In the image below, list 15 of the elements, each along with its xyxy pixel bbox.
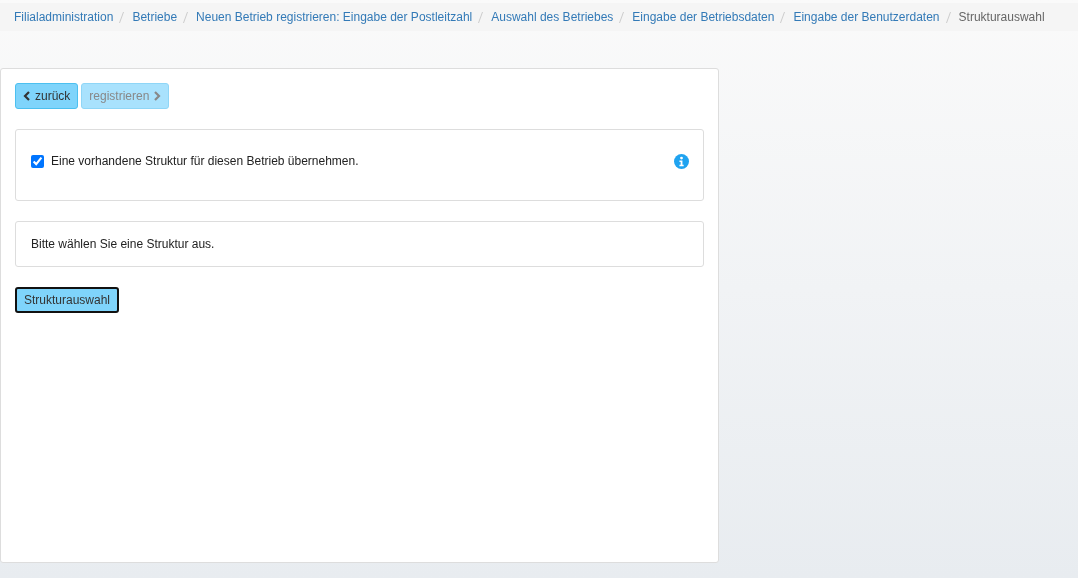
breadcrumb-link[interactable]: Eingabe der Betriebsdaten: [632, 10, 775, 24]
info-icon[interactable]: [674, 154, 689, 169]
breadcrumb-link[interactable]: Filialadministration: [14, 10, 114, 24]
breadcrumb-link[interactable]: Eingabe der Benutzerdaten: [793, 10, 940, 24]
checkbox[interactable]: [31, 154, 44, 168]
chevron-left-icon: [23, 91, 31, 101]
back-button[interactable]: zurück: [15, 83, 79, 109]
message-text: Bitte wählen Sie eine Struktur aus.: [31, 237, 215, 251]
breadcrumb-link[interactable]: Neuen Betrieb registrieren: Eingabe der Postleitzahl: [196, 10, 473, 24]
breadcrumb-link[interactable]: Auswahl des Betriebes: [491, 10, 614, 24]
checkbox-label: Eine vorhandene Struktur für diesen Betrieb übernehmen.: [51, 154, 359, 168]
breadcrumb-current: Strukturauswahl: [958, 10, 1045, 24]
breadcrumb-link[interactable]: Betriebe: [132, 10, 178, 24]
structure-select-button[interactable]: Strukturauswahl: [15, 287, 120, 313]
chevron-right-icon: [153, 91, 162, 101]
